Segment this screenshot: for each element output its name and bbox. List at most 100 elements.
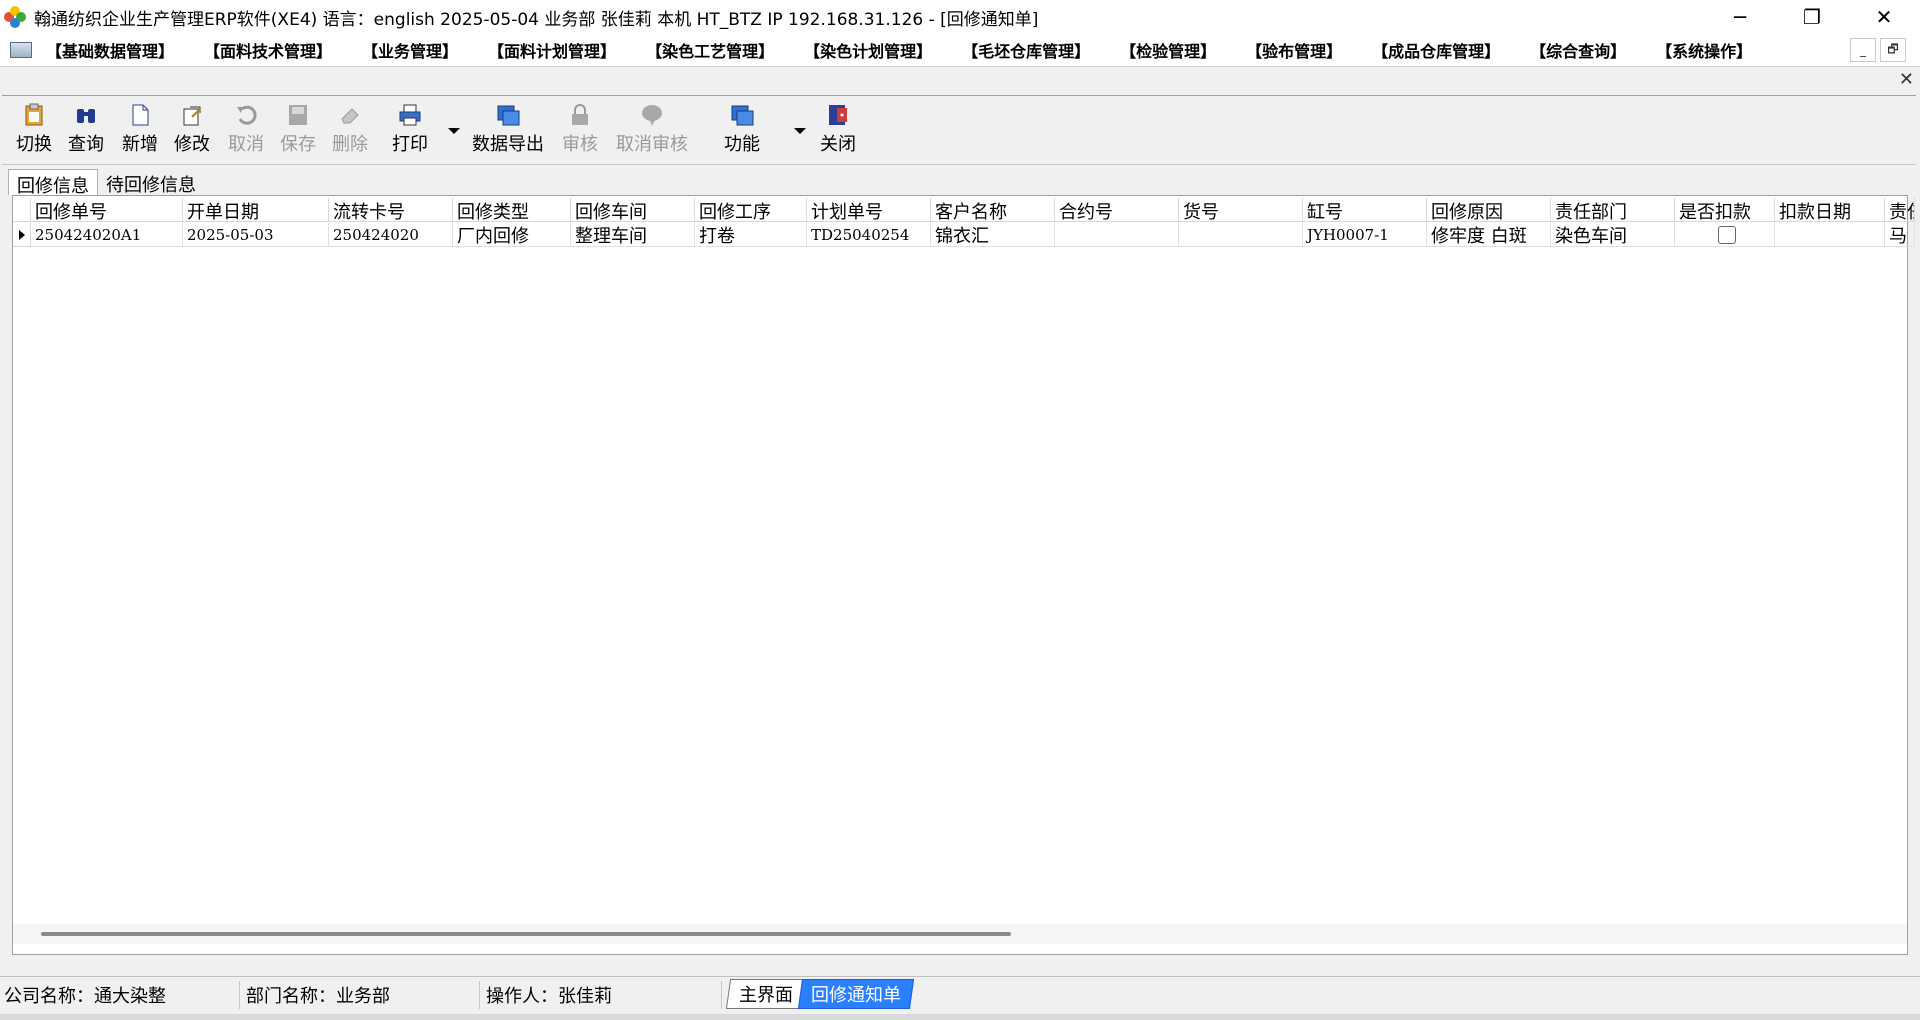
window-title: 翰通纺织企业生产管理ERP软件(XE4) 语言：english 2025-05-…: [34, 9, 1039, 30]
function-dropdown-arrow[interactable]: [794, 128, 806, 134]
query-label: 查询: [68, 134, 104, 155]
col-repair-process[interactable]: 回修工序: [695, 198, 807, 222]
menu-inspection[interactable]: 【检验管理】: [1120, 38, 1216, 62]
function-button[interactable]: 功能: [724, 102, 760, 160]
binoculars-icon: [73, 102, 99, 128]
cell-responsible-dept[interactable]: 染色车间: [1551, 223, 1675, 247]
new-document-icon: [127, 102, 153, 128]
tab-pending-repair-info[interactable]: 待回修信息: [98, 169, 204, 196]
audit-label: 审核: [562, 134, 598, 155]
menu-dye-plan[interactable]: 【染色计划管理】: [804, 38, 932, 62]
col-deduction[interactable]: 是否扣款: [1675, 198, 1775, 222]
export-button[interactable]: 数据导出: [472, 102, 544, 160]
deduction-checkbox[interactable]: [1717, 225, 1736, 244]
minimize-button[interactable]: ─: [1704, 0, 1776, 34]
cell-open-date[interactable]: 2025-05-03: [183, 223, 329, 247]
audit-button[interactable]: 审核: [562, 102, 598, 160]
speech-bubble-icon: [639, 102, 665, 128]
col-plan-no[interactable]: 计划单号: [807, 198, 931, 222]
col-repair-no[interactable]: 回修单号: [31, 198, 183, 222]
cell-repair-reason[interactable]: 修牢度 白斑: [1427, 223, 1551, 247]
menu-grey-warehouse[interactable]: 【毛坯仓库管理】: [962, 38, 1090, 62]
undo-icon: [233, 102, 259, 128]
menu-basic-data[interactable]: 【基础数据管理】: [46, 38, 174, 62]
header-indicator: [13, 198, 31, 222]
col-vat-no[interactable]: 缸号: [1303, 198, 1427, 222]
menu-cloth-check[interactable]: 【验布管理】: [1246, 38, 1342, 62]
col-customer-name[interactable]: 客户名称: [931, 198, 1055, 222]
restore-button[interactable]: ❐: [1776, 0, 1848, 34]
close-button[interactable]: 关闭: [820, 102, 856, 160]
close-label: 关闭: [820, 134, 856, 155]
col-open-date[interactable]: 开单日期: [183, 198, 329, 222]
repair-grid: 回修单号 开单日期 流转卡号 回修类型 回修车间 回修工序 计划单号 客户名称 …: [12, 195, 1915, 955]
cell-responsible-person[interactable]: 马: [1885, 223, 1915, 247]
exit-door-icon: [825, 102, 851, 128]
edit-button[interactable]: 修改: [174, 102, 210, 160]
cell-repair-workshop[interactable]: 整理车间: [571, 223, 695, 247]
col-card-no[interactable]: 流转卡号: [329, 198, 453, 222]
mdi-controls: _ 🗗: [1850, 38, 1906, 62]
col-responsible-dept[interactable]: 责任部门: [1551, 198, 1675, 222]
col-contract-no[interactable]: 合约号: [1055, 198, 1179, 222]
mdi-restore-button[interactable]: 🗗: [1880, 38, 1906, 62]
edit-document-icon: [179, 102, 205, 128]
function-label: 功能: [724, 134, 760, 155]
col-repair-reason[interactable]: 回修原因: [1427, 198, 1551, 222]
mdi-close-button[interactable]: ✕: [1899, 69, 1914, 90]
horizontal-scrollbar-thumb[interactable]: [41, 932, 1011, 936]
menu-business[interactable]: 【业务管理】: [362, 38, 458, 62]
cell-vat-no[interactable]: JYH0007-1: [1303, 223, 1427, 247]
export-label: 数据导出: [472, 134, 544, 155]
grid-header: 回修单号 开单日期 流转卡号 回修类型 回修车间 回修工序 计划单号 客户名称 …: [13, 198, 1915, 222]
cell-repair-no[interactable]: 250424020A1: [31, 223, 183, 247]
cell-item-no[interactable]: [1179, 223, 1303, 247]
unaudit-label: 取消审核: [616, 134, 688, 155]
status-department: 部门名称：业务部: [242, 981, 480, 1009]
cell-card-no[interactable]: 250424020: [329, 223, 453, 247]
bottom-edge: [0, 1014, 1920, 1020]
tab-repair-info[interactable]: 回修信息: [8, 169, 98, 197]
cell-contract-no[interactable]: [1055, 223, 1179, 247]
col-repair-type[interactable]: 回修类型: [453, 198, 571, 222]
unaudit-button[interactable]: 取消审核: [616, 102, 688, 160]
mdi-minimize-button[interactable]: _: [1850, 38, 1876, 62]
menu-system[interactable]: 【系统操作】: [1656, 38, 1752, 62]
cancel-label: 取消: [228, 134, 264, 155]
cell-deduction[interactable]: [1675, 223, 1775, 247]
eraser-icon: [337, 102, 363, 128]
query-button[interactable]: 查询: [68, 102, 104, 160]
col-repair-workshop[interactable]: 回修车间: [571, 198, 695, 222]
menu-bar: 【基础数据管理】 【面料技术管理】 【业务管理】 【面料计划管理】 【染色工艺管…: [0, 34, 1920, 66]
menu-query[interactable]: 【综合查询】: [1530, 38, 1626, 62]
switch-button[interactable]: 切换: [16, 102, 52, 160]
col-deduction-date[interactable]: 扣款日期: [1775, 198, 1885, 222]
add-button[interactable]: 新增: [122, 102, 158, 160]
save-button[interactable]: 保存: [280, 102, 316, 160]
cell-deduction-date[interactable]: [1775, 223, 1885, 247]
close-window-button[interactable]: ✕: [1848, 0, 1920, 34]
cell-repair-type[interactable]: 厂内回修: [453, 223, 571, 247]
menu-finished-warehouse[interactable]: 【成品仓库管理】: [1372, 38, 1500, 62]
cancel-button[interactable]: 取消: [228, 102, 264, 160]
table-row[interactable]: 250424020A1 2025-05-03 250424020 厂内回修 整理…: [13, 223, 1915, 247]
cell-plan-no[interactable]: TD25040254: [807, 223, 931, 247]
row-indicator: [13, 223, 31, 247]
print-dropdown-arrow[interactable]: [448, 128, 460, 134]
delete-label: 删除: [332, 134, 368, 155]
system-menu-icon[interactable]: [10, 42, 32, 58]
title-bar: 翰通纺织企业生产管理ERP软件(XE4) 语言：english 2025-05-…: [0, 0, 1920, 34]
lock-icon: [567, 102, 593, 128]
delete-button[interactable]: 删除: [332, 102, 368, 160]
menu-dye-process[interactable]: 【染色工艺管理】: [646, 38, 774, 62]
menu-fabric-plan[interactable]: 【面料计划管理】: [488, 38, 616, 62]
col-item-no[interactable]: 货号: [1179, 198, 1303, 222]
tab-main-screen[interactable]: 主界面: [725, 979, 807, 1009]
print-button[interactable]: 打印: [392, 102, 428, 160]
current-row-arrow-icon: [18, 229, 25, 240]
menu-fabric-tech[interactable]: 【面料技术管理】: [204, 38, 332, 62]
cell-customer-name[interactable]: 锦衣汇: [931, 223, 1055, 247]
col-responsible-person[interactable]: 责任: [1885, 198, 1915, 222]
cell-repair-process[interactable]: 打卷: [695, 223, 807, 247]
tab-repair-notice[interactable]: 回修通知单: [797, 979, 915, 1009]
